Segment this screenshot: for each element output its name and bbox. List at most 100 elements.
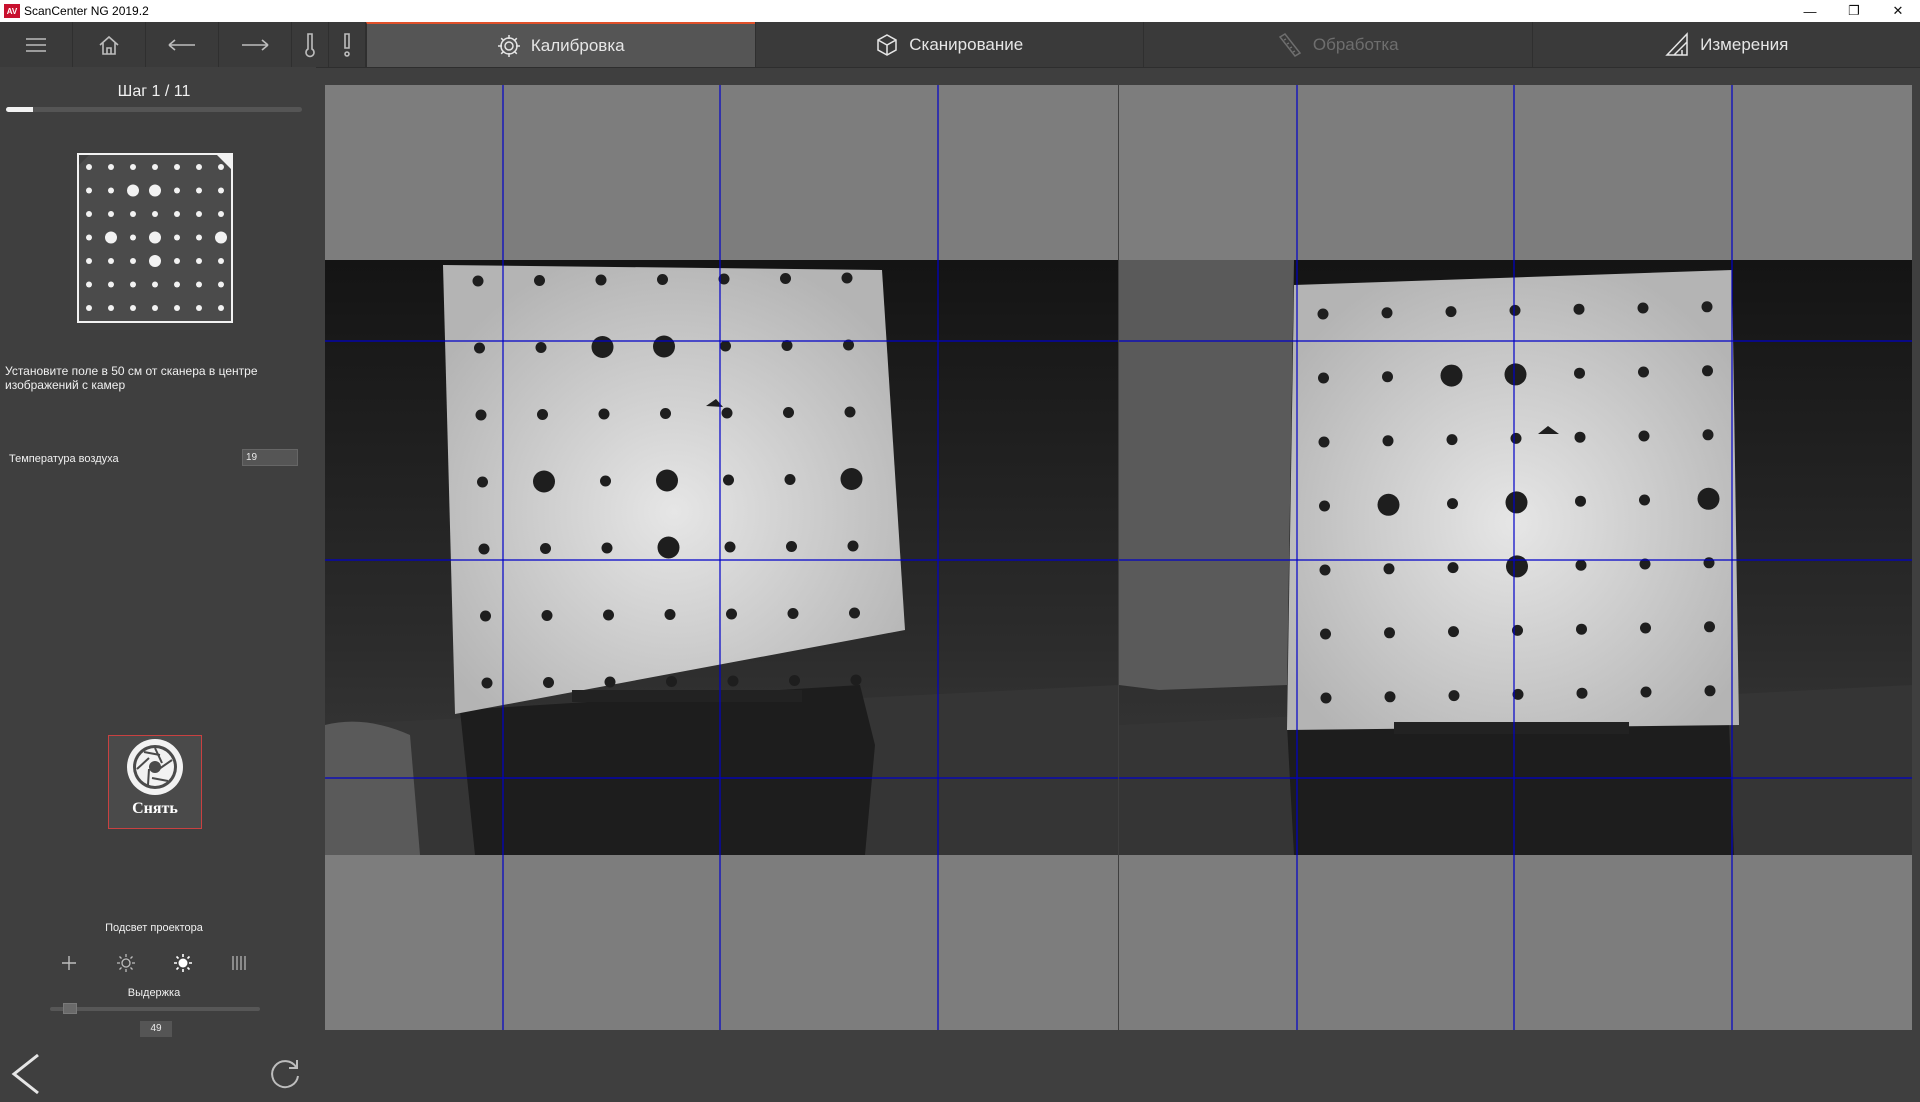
exposure-slider-thumb[interactable] xyxy=(63,1003,77,1014)
pattern-dot xyxy=(174,305,180,311)
exposure-slider[interactable] xyxy=(50,1007,260,1011)
tab-measurements-label: Измерения xyxy=(1700,35,1788,55)
undo-button[interactable] xyxy=(146,22,219,67)
board-dot xyxy=(1506,555,1528,577)
board-dot xyxy=(1319,437,1330,448)
pattern-dot xyxy=(149,185,161,197)
pattern-dot xyxy=(174,164,180,170)
plus-icon xyxy=(60,954,78,972)
redo-button[interactable] xyxy=(219,22,292,67)
thermometer-icon xyxy=(304,32,316,58)
ruler-icon xyxy=(1277,32,1303,58)
board-dot xyxy=(657,274,668,285)
calibration-panel: Шаг 1 / 11 Установите поле в 50 см от ск… xyxy=(0,67,316,1035)
board-dot xyxy=(1574,304,1585,315)
board-dot xyxy=(1703,429,1714,440)
main-toolbar: Калибровка Сканирование Обработка Измере… xyxy=(0,22,1920,68)
board-dot xyxy=(1318,373,1329,384)
right-camera-view xyxy=(1119,85,1912,1030)
pattern-dot xyxy=(174,235,180,241)
pattern-dot xyxy=(152,305,158,311)
board-dot xyxy=(728,676,739,687)
board-dot xyxy=(1576,624,1587,635)
board-dot xyxy=(1320,565,1331,576)
light-mode-off-button[interactable] xyxy=(57,951,81,975)
board-dot xyxy=(603,610,614,621)
board-dot xyxy=(543,677,554,688)
light-mode-dim-button[interactable] xyxy=(114,951,138,975)
chevron-left-icon xyxy=(8,1051,44,1097)
board-dot xyxy=(1384,563,1395,574)
pattern-dot xyxy=(196,258,202,264)
board-dot xyxy=(477,477,488,488)
tab-processing[interactable]: Обработка xyxy=(1143,22,1532,67)
board-dot xyxy=(482,678,493,689)
pattern-dot xyxy=(86,258,92,264)
board-dot xyxy=(473,276,484,287)
board-dot xyxy=(1319,501,1330,512)
board-dot xyxy=(1449,690,1460,701)
temperature-input[interactable] xyxy=(242,449,298,466)
pattern-dot xyxy=(108,258,114,264)
tab-calibration[interactable]: Калибровка xyxy=(366,22,755,67)
sun-dim-icon xyxy=(116,953,136,973)
triangle-ruler-icon xyxy=(1664,32,1690,58)
pattern-dot xyxy=(196,188,202,194)
board-dot xyxy=(599,409,610,420)
pattern-dot xyxy=(86,235,92,241)
board-dot xyxy=(1577,688,1588,699)
board-dot xyxy=(536,342,547,353)
pattern-dot xyxy=(218,258,224,264)
board-dot xyxy=(1510,305,1521,316)
board-stand xyxy=(1287,720,1734,855)
pattern-dot xyxy=(108,164,114,170)
board-dot xyxy=(1705,685,1716,696)
board-dot xyxy=(537,409,548,420)
window-controls: — ❐ ✕ xyxy=(1788,0,1920,22)
board-dot xyxy=(785,474,796,485)
board-dot xyxy=(534,275,545,286)
tab-bar: Калибровка Сканирование Обработка Измере… xyxy=(366,22,1920,67)
board-dot xyxy=(1447,434,1458,445)
home-icon xyxy=(98,35,120,55)
status-button[interactable] xyxy=(329,22,366,67)
board-clip xyxy=(572,690,802,702)
board-dot xyxy=(656,470,678,492)
pattern-dot xyxy=(130,211,136,217)
board-dot xyxy=(788,608,799,619)
light-mode-bright-button[interactable] xyxy=(171,951,195,975)
menu-icon xyxy=(25,37,47,53)
board-dot xyxy=(476,410,487,421)
board-dot xyxy=(1382,307,1393,318)
temperature-button[interactable] xyxy=(292,22,329,67)
board-dot xyxy=(720,341,731,352)
close-icon[interactable]: ✕ xyxy=(1876,0,1920,22)
board-dot xyxy=(1505,363,1527,385)
home-button[interactable] xyxy=(73,22,146,67)
light-mode-stripes-button[interactable] xyxy=(228,951,252,975)
reset-button[interactable] xyxy=(268,1057,302,1096)
tab-scanning[interactable]: Сканирование xyxy=(755,22,1144,67)
left-camera-view xyxy=(325,85,1118,1030)
pattern-dot xyxy=(108,282,114,288)
board-dot xyxy=(1320,629,1331,640)
board-dot xyxy=(1448,562,1459,573)
menu-button[interactable] xyxy=(0,22,73,67)
board-dot xyxy=(1638,303,1649,314)
board-dot xyxy=(783,407,794,418)
pattern-dot xyxy=(130,258,136,264)
back-button[interactable] xyxy=(8,1051,44,1102)
tab-measurements[interactable]: Измерения xyxy=(1532,22,1920,67)
board-dot xyxy=(841,468,863,490)
pattern-dot xyxy=(152,282,158,288)
board-dot xyxy=(848,541,859,552)
redo-icon xyxy=(240,38,270,52)
restore-icon[interactable]: ❐ xyxy=(1832,0,1876,22)
shutter-icon xyxy=(124,736,186,798)
board-dot xyxy=(1702,365,1713,376)
pattern-dot xyxy=(127,185,139,197)
capture-button[interactable]: Снять xyxy=(108,735,202,829)
step-progress-bar xyxy=(6,107,302,112)
minimize-icon[interactable]: — xyxy=(1788,0,1832,22)
board-dot xyxy=(1639,495,1650,506)
